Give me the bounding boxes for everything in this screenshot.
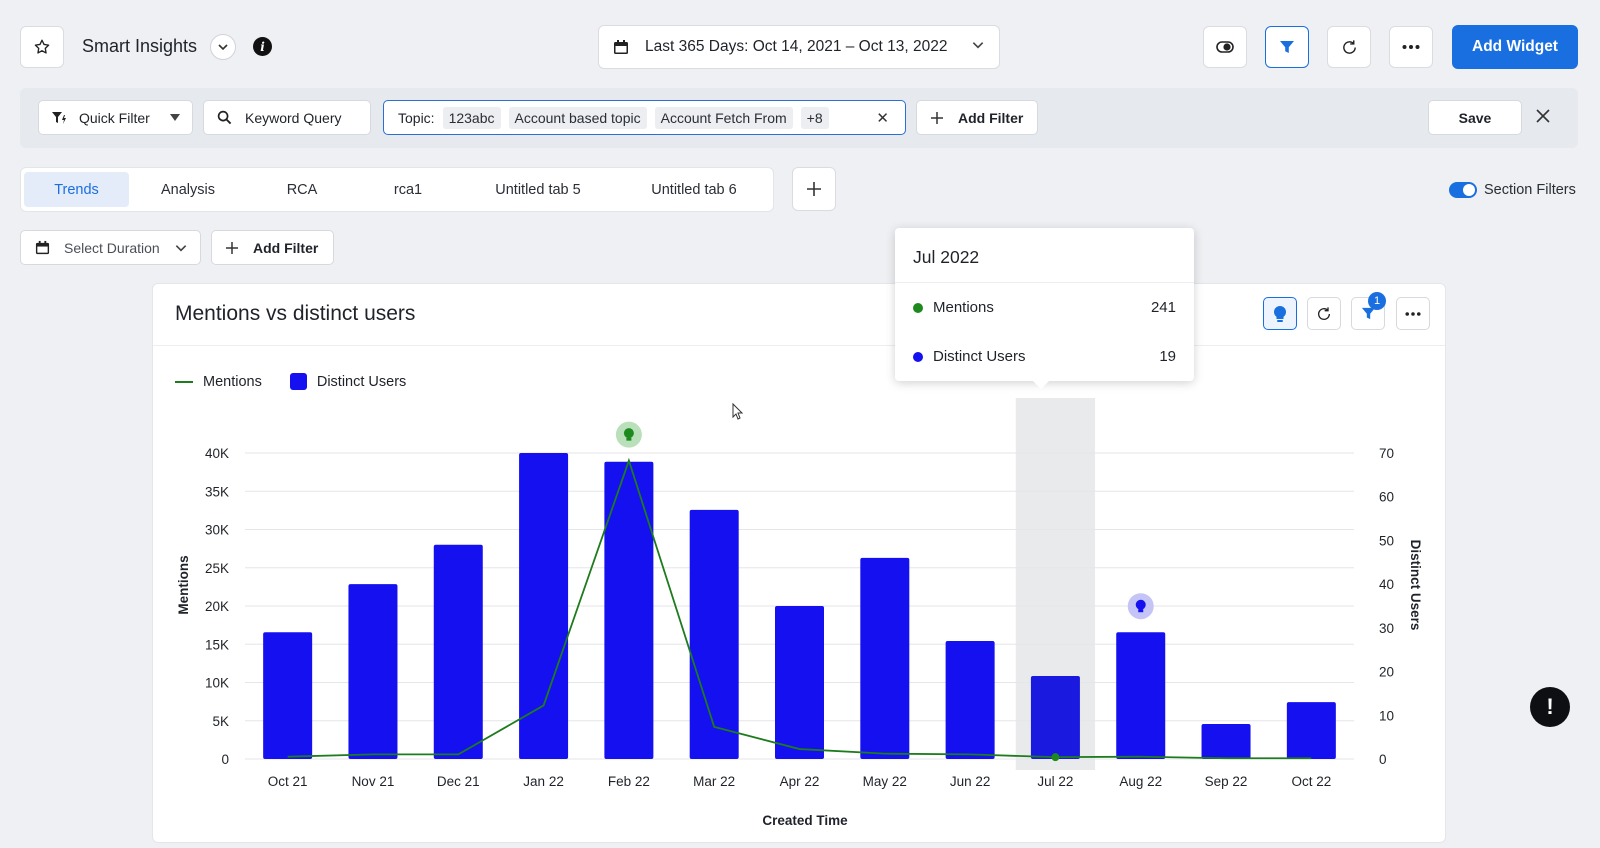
lightbulb-base bbox=[626, 437, 632, 441]
bar bbox=[775, 606, 824, 759]
y2-tick-label: 40 bbox=[1379, 577, 1394, 592]
lightbulb-icon bbox=[1135, 599, 1146, 610]
x-tick-label: Oct 22 bbox=[1291, 774, 1331, 789]
y-tick-label: 15K bbox=[205, 637, 229, 652]
bar bbox=[1030, 675, 1080, 759]
series-dot bbox=[913, 302, 923, 313]
bar bbox=[1201, 724, 1251, 759]
tooltip-value: 241 bbox=[1150, 299, 1176, 316]
y-tick-label: 5K bbox=[212, 714, 229, 729]
y-tick-label: 30K bbox=[205, 523, 229, 538]
x-tick-label: Mar 22 bbox=[693, 774, 735, 789]
y-tick-label: 10K bbox=[205, 676, 229, 691]
bar bbox=[1116, 632, 1166, 759]
x-tick-label: Aug 22 bbox=[1119, 774, 1162, 789]
y-tick-label: 25K bbox=[205, 561, 229, 576]
y2-tick-label: 20 bbox=[1379, 665, 1394, 680]
x-tick-label: May 22 bbox=[863, 774, 907, 789]
bar bbox=[433, 544, 483, 759]
x-tick-label: Jun 22 bbox=[950, 774, 991, 789]
y2-axis-title: Distinct Users bbox=[1408, 540, 1423, 631]
chart-tooltip: Jul 2022 Mentions 241 Distinct Users 19 bbox=[895, 228, 1194, 389]
y-tick-label: 40K bbox=[205, 446, 229, 461]
bar bbox=[604, 461, 654, 759]
y2-tick-label: 0 bbox=[1379, 752, 1387, 767]
lightbulb-base bbox=[1138, 609, 1144, 613]
bar bbox=[860, 557, 910, 759]
line-point bbox=[1051, 753, 1060, 762]
x-tick-label: Jul 22 bbox=[1037, 774, 1073, 789]
series-dot bbox=[913, 351, 923, 362]
bar bbox=[945, 640, 995, 759]
bar bbox=[689, 509, 739, 759]
tooltip-title: Jul 2022 bbox=[913, 247, 980, 267]
y-tick-label: 0 bbox=[221, 752, 229, 767]
x-axis-title: Created Time bbox=[762, 813, 848, 828]
y2-tick-label: 50 bbox=[1379, 533, 1394, 548]
bar bbox=[1286, 702, 1336, 759]
y2-tick-label: 70 bbox=[1379, 446, 1394, 461]
y-axis-title: Mentions bbox=[176, 555, 191, 614]
x-tick-label: Apr 22 bbox=[780, 774, 820, 789]
y2-tick-label: 10 bbox=[1379, 708, 1394, 723]
x-tick-label: Oct 21 bbox=[268, 774, 308, 789]
alert-icon[interactable]: ! bbox=[1530, 687, 1570, 727]
tooltip-label: Mentions bbox=[933, 299, 994, 316]
hand-cursor-icon bbox=[732, 402, 744, 420]
y-tick-label: 20K bbox=[205, 599, 229, 614]
x-tick-label: Dec 21 bbox=[437, 774, 480, 789]
tooltip-row-distinct-users: Distinct Users 19 bbox=[913, 348, 1176, 365]
tooltip-label: Distinct Users bbox=[933, 348, 1026, 365]
x-tick-label: Nov 21 bbox=[352, 774, 395, 789]
divider bbox=[895, 282, 1194, 283]
bar bbox=[263, 632, 313, 759]
bar bbox=[519, 453, 569, 759]
x-tick-label: Feb 22 bbox=[608, 774, 650, 789]
combo-chart: 0 5K 10K 15K 20K 25K 30K 35K 40K 0 10 20 30 40 50 60 70 O… bbox=[176, 398, 1423, 828]
x-tick-label: Sep 22 bbox=[1205, 774, 1248, 789]
lightbulb-icon bbox=[623, 428, 634, 439]
y2-tick-label: 30 bbox=[1379, 621, 1394, 636]
x-tick-label: Jan 22 bbox=[523, 774, 564, 789]
y-tick-label: 35K bbox=[205, 484, 229, 499]
y2-tick-label: 60 bbox=[1379, 490, 1394, 505]
bar bbox=[348, 584, 398, 759]
tooltip-value: 19 bbox=[1159, 348, 1176, 365]
tooltip-row-mentions: Mentions 241 bbox=[913, 299, 1176, 316]
